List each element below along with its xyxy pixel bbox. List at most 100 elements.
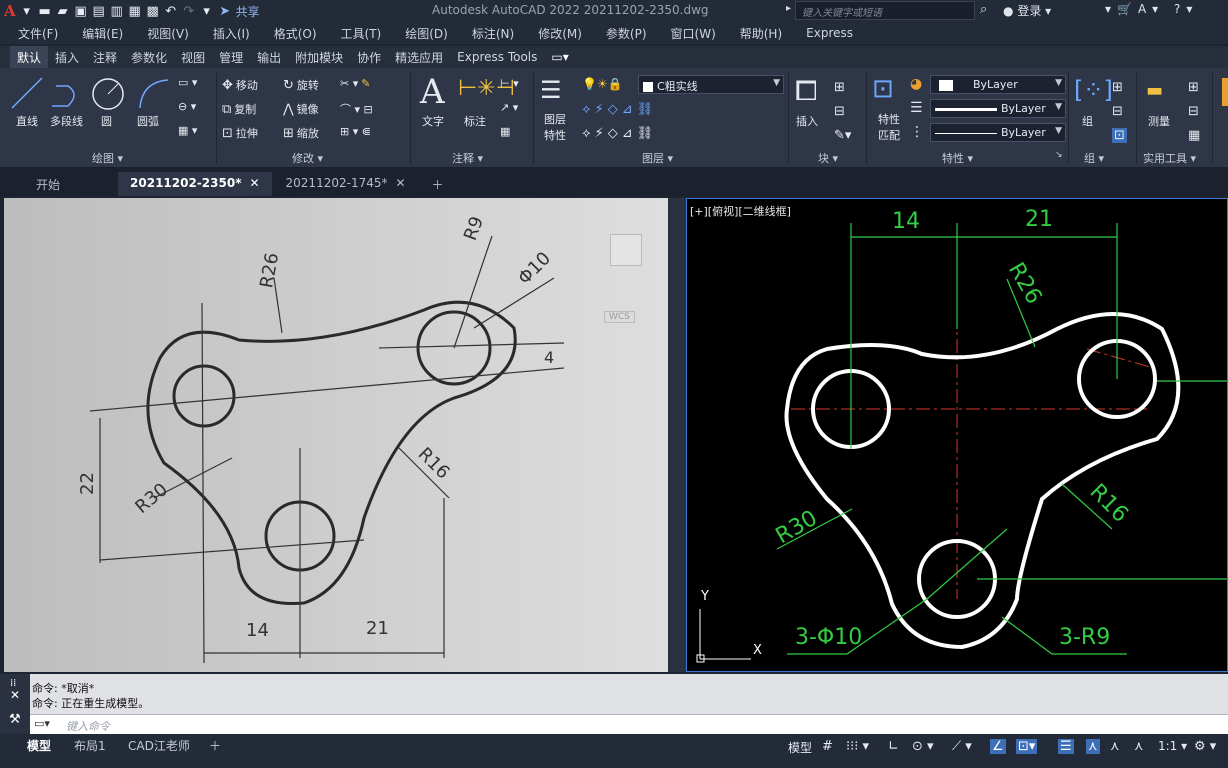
tab-express-tools[interactable]: Express Tools [450,47,544,67]
linear-dim-icon[interactable]: ⊢ ▾ [500,77,519,90]
share-icon[interactable]: ➤ [216,3,234,19]
command-input[interactable]: ▭▾ 键入命令 [30,714,1228,734]
stretch-button[interactable]: ⊡ 拉伸 [222,125,258,141]
lineweight-dropdown[interactable]: ByLayer ▼ [930,123,1066,142]
osnap-tracking-icon[interactable]: ⟋ ▾ [952,739,972,754]
cad-drawing[interactable] [687,199,1228,672]
autocad-logo[interactable]: A [4,2,16,20]
login-button[interactable]: ● 登录 ▾ [1003,2,1051,19]
tab-insert[interactable]: 插入 [48,46,86,69]
rectangle-icon[interactable]: ▭ ▾ [178,76,197,89]
tab-doc-2350[interactable]: 20211202-2350* ✕ [118,172,272,196]
tab-layout-cad[interactable]: CAD江老师 [128,737,190,754]
utilities-panel-title[interactable]: 实用工具 ▾ [1143,150,1196,166]
tab-addins[interactable]: 附加模块 [288,46,350,69]
text-button[interactable]: 文字 [422,113,444,129]
menu-format[interactable]: 格式(O) [274,25,317,42]
search-expand-icon[interactable]: ▸ [786,3,791,14]
dim-3-r9[interactable]: 3-R9 [1059,625,1110,650]
copy-button[interactable]: ⧉ 复制 [222,101,256,117]
tab-view[interactable]: 视图 [174,46,212,69]
measure-button[interactable]: 测量 [1148,113,1170,129]
modify-panel-title[interactable]: 修改 ▾ [292,150,323,166]
groups-panel-title[interactable]: 组 ▾ [1084,150,1104,166]
viewport-controls-label[interactable]: [+][俯视][二维线框] [690,203,791,219]
save-icon[interactable]: ▣ [72,3,90,19]
close-icon[interactable]: ✕ [395,176,405,190]
ribbon-toggle-icon[interactable]: ▭▾ [544,47,575,67]
insert-block-icon[interactable]: ⧠ [795,74,817,108]
color-dropdown[interactable]: ByLayer ▼ [930,75,1066,94]
search-input[interactable]: 键入关键字或短语 [795,1,975,20]
snap-icon[interactable]: ⁝⁝⁝ ▾ [846,739,869,754]
tab-default[interactable]: 默认 [10,45,49,69]
viewcube[interactable] [610,234,642,266]
layer-properties-l1[interactable]: 图层 [544,111,566,127]
utilities-tools-icons[interactable]: ⊞ ⊟ ▦ [1188,76,1200,148]
save-as-icon[interactable]: ▤ [90,3,108,19]
drawing-viewport[interactable]: [+][俯视][二维线框] 14 21 R26 R16 R30 3-Φ10 3-… [686,198,1228,672]
tab-doc-1745[interactable]: 20211202-1745* ✕ [274,172,418,196]
line-button[interactable]: 直线 [16,113,38,129]
linetype-dropdown[interactable]: ByLayer ▼ [930,99,1066,118]
new-tab-button[interactable]: ＋ [420,172,456,196]
tab-start[interactable]: 开始 [8,172,116,196]
undo-icon[interactable]: ↶ [162,3,180,19]
circle-button[interactable]: 圆 [101,113,112,129]
dim-21[interactable]: 21 [1025,207,1053,232]
help-icon[interactable]: A▾ ?▾ [1138,2,1198,16]
mirror-button[interactable]: ⋀ 镜像 [283,101,319,117]
fillet-icon[interactable]: ⌒ ▾ ⊟ [340,101,373,117]
redo-icon[interactable]: ↷ [180,3,198,19]
layer-state-icons[interactable]: 💡☀🔒 [582,77,623,91]
menu-insert[interactable]: 插入(I) [213,25,250,42]
block-panel-title[interactable]: 块 ▾ [818,150,838,166]
leader-icon[interactable]: ↗ ▾ [500,101,518,114]
scale-dropdown[interactable]: 1:1 ▾ [1158,739,1187,753]
close-icon[interactable]: ✕ [249,176,259,190]
group-icon[interactable]: [⁘] [1074,76,1113,104]
tab-layout1[interactable]: 布局1 [74,737,106,754]
open-web-icon[interactable]: ▥ [108,3,126,19]
command-side-handle[interactable]: ⁞⁞ ✕ ⚒ [0,674,30,734]
customize-wrench-icon[interactable]: ⚒ [9,712,21,727]
menu-file[interactable]: 文件(F) [18,25,58,42]
close-icon[interactable]: ✕ [10,688,20,702]
block-tools-icons[interactable]: ⊞ ⊟ ✎▾ [834,76,851,148]
tab-manage[interactable]: 管理 [212,46,250,69]
layer-properties-icon[interactable]: ☰ [540,76,562,104]
model-space-button[interactable]: 模型 [788,739,812,756]
grid-icon[interactable]: # [822,739,833,754]
dim-3-d10[interactable]: 3-Φ10 [795,625,862,650]
array-icon[interactable]: ⊞ ▾ ⋐ [340,125,371,138]
customize-qat-icon[interactable]: ▾ [198,3,216,19]
scale-button[interactable]: ⊞ 缩放 [283,125,319,141]
group-button[interactable]: 组 [1082,113,1093,129]
new-file-icon[interactable]: ▬ [36,3,54,19]
menu-express[interactable]: Express [806,26,853,40]
wcs-badge[interactable]: WCS [604,311,635,323]
annotation-panel-title[interactable]: 注释 ▾ [452,150,483,166]
share-label[interactable]: 共享 [236,3,260,20]
group-tools-icons[interactable]: ⊞ ⊟ ⊡ [1112,76,1127,148]
properties-launcher-icon[interactable]: ↘ [1055,150,1063,160]
ellipse-icon[interactable]: ⊖ ▾ [178,100,196,113]
lineweight-icon[interactable]: ☰ [910,100,923,116]
menu-view[interactable]: 视图(V) [147,25,189,42]
polyline-button[interactable]: 多段线 [50,113,83,129]
isodraft-icon[interactable]: ∠ [990,739,1006,754]
auto-scale-icon[interactable]: ⋏ [1110,739,1120,754]
tab-output[interactable]: 输出 [250,46,288,69]
command-prompt-icon[interactable]: ▭▾ [34,717,50,730]
layer-dropdown[interactable]: C粗实线 ▼ [638,75,784,94]
tab-annotate[interactable]: 注释 [86,46,124,69]
insert-button[interactable]: 插入 [796,113,818,129]
color-wheel-icon[interactable]: ◕ [910,76,922,92]
tab-model[interactable]: 模型 [27,737,51,754]
search-icon[interactable]: ⌕ [980,2,987,17]
layer-tools-row2-icons[interactable]: ⟡⚡◇⊿⛓ [582,126,657,141]
layer-properties-l2[interactable]: 特性 [544,127,566,143]
tab-featured-apps[interactable]: 精选应用 [388,46,450,69]
viewport-splitter[interactable] [668,198,686,672]
measure-icon[interactable]: ▬ [1146,80,1163,101]
